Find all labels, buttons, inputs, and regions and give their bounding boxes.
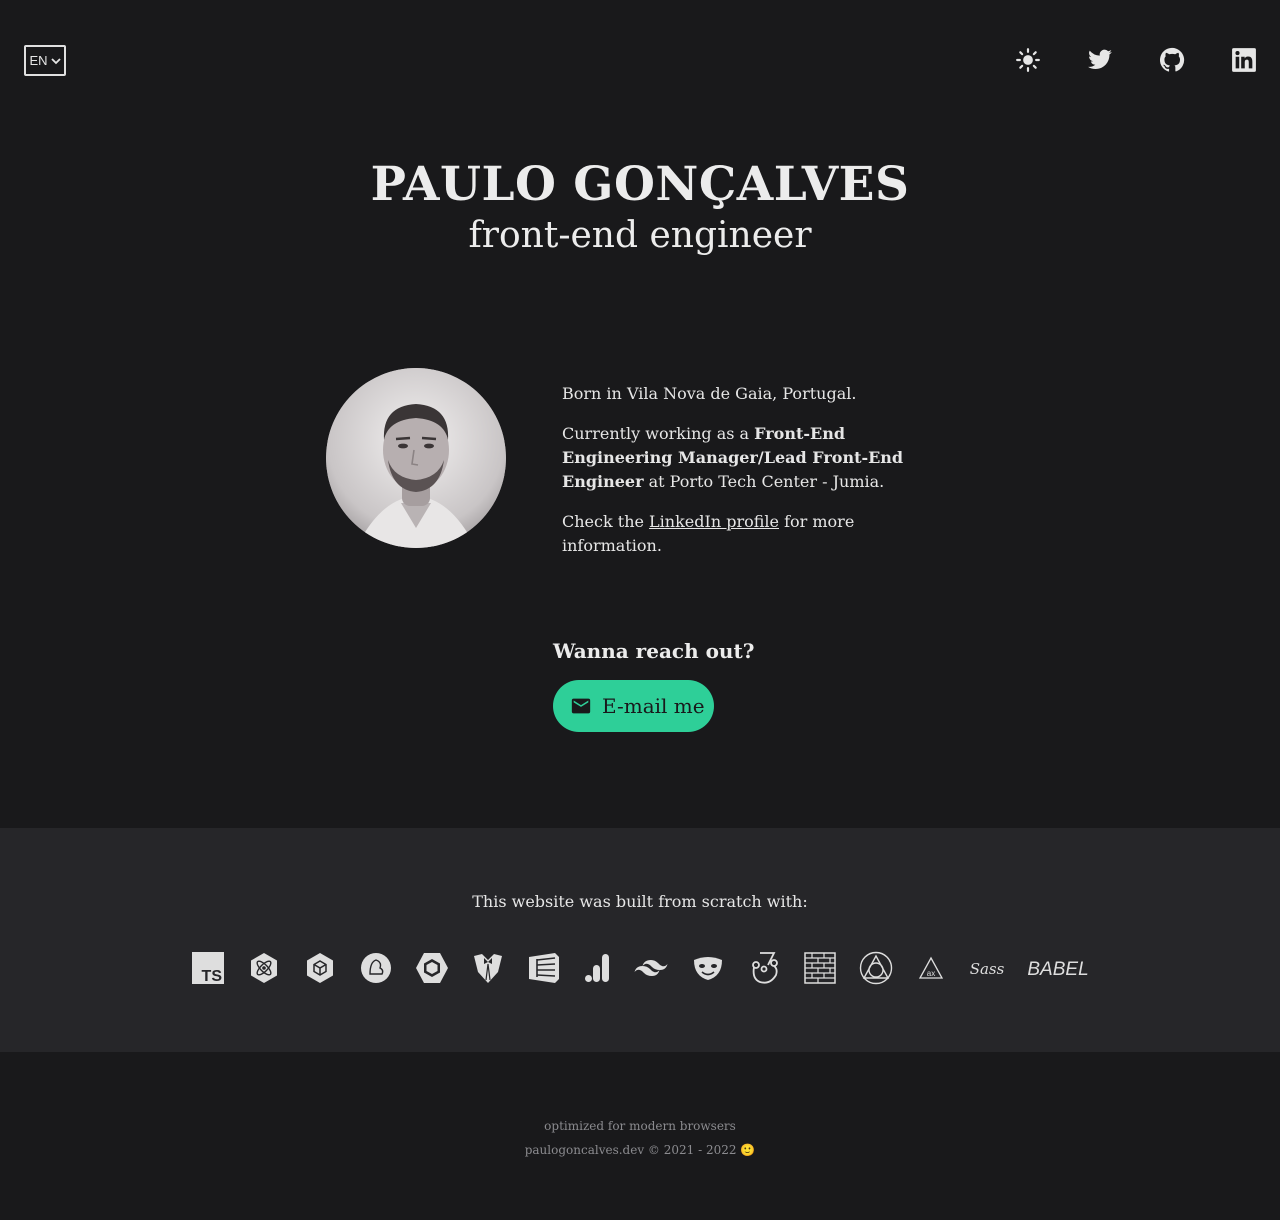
parcel-icon [360,948,392,988]
language-label: EN [29,53,48,68]
page-title: PAULO GONÇALVES [370,157,910,212]
footer-browsers-note: optimized for modern browsers [544,1119,736,1133]
linkedin-profile-link[interactable]: LinkedIn profile [649,512,779,531]
contact-section: Wanna reach out? E-mail me [553,636,754,732]
tailwind-icon [634,948,668,988]
footer: optimized for modern browsers paulogonca… [0,1114,1280,1162]
svg-text:Sass: Sass [970,960,1005,978]
sass-icon: Sass [969,948,1005,988]
footer-copyright: paulogoncalves.dev © 2021 - 2022 🙂 [524,1143,756,1157]
hero: PAULO GONÇALVES front-end engineer [0,158,1280,260]
mail-icon [571,698,591,714]
portrait-image [326,368,506,548]
sun-icon [1016,48,1040,72]
jest-icon [748,948,780,988]
playwright-icon [692,948,724,988]
typescript-icon: TS [192,948,224,988]
lighthouse-icon [859,948,893,988]
built-with-section: This website was built from scratch with… [0,828,1280,1052]
email-button-label: E-mail me [602,694,705,718]
tuxedo-icon [472,948,504,988]
chevron-down-icon [50,57,61,64]
contact-heading: Wanna reach out? [553,639,755,663]
svg-text:ax: ax [927,969,935,978]
webpack-icon [304,948,336,988]
bio-current-role: Currently working as a Front-End Enginee… [562,424,904,491]
pattern-icon [804,948,836,988]
twitter-link[interactable] [1084,44,1116,76]
tech-icons: TS ax Sass BABEL [0,948,1280,988]
stylelint-icon [415,948,449,988]
eslint-icon [527,948,561,988]
babel-icon: BABEL [1028,948,1088,988]
language-select[interactable]: EN [24,45,66,76]
preact-icon [248,948,280,988]
built-with-heading: This website was built from scratch with… [472,892,808,911]
twitter-icon [1088,49,1112,69]
theme-toggle-button[interactable] [1012,44,1044,76]
svg-text:BABEL: BABEL [1028,959,1088,980]
email-button[interactable]: E-mail me [553,680,714,732]
linkedin-link[interactable] [1228,44,1260,76]
github-link[interactable] [1156,44,1188,76]
avatar [326,368,506,548]
linkedin-icon [1232,48,1256,72]
svg-text:TS: TS [202,968,223,984]
ax-icon: ax [918,948,944,988]
bio-origin: Born in Vila Nova de Gaia, Portugal. [562,384,857,403]
social-icons [1010,44,1266,76]
bio-linkedin: Check the LinkedIn profile for more info… [562,512,855,555]
analytics-icon [584,948,612,988]
page-subtitle: front-end engineer [468,215,812,256]
bio: Born in Vila Nova de Gaia, Portugal. Cur… [562,382,942,574]
github-icon [1159,47,1185,72]
